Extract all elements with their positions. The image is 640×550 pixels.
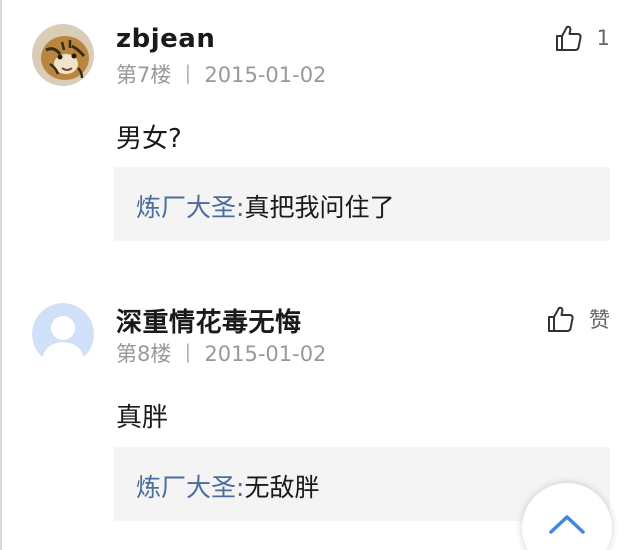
avatar[interactable] xyxy=(32,303,94,365)
reply-text: 真把我问住了 xyxy=(244,193,395,222)
reply-box[interactable]: 炼厂大圣:真把我问住了 xyxy=(114,167,610,241)
avatar[interactable] xyxy=(32,24,94,86)
thumbs-up-icon xyxy=(548,306,574,332)
reply-author[interactable]: 炼厂大圣: xyxy=(136,193,244,222)
username[interactable]: zbjean xyxy=(116,24,215,54)
like-button[interactable]: 赞 xyxy=(547,303,610,335)
comment-date: 2015-01-02 xyxy=(204,63,327,87)
reply-item: 炼厂大圣:无敌胖 xyxy=(136,468,319,504)
tiger-avatar-icon xyxy=(32,24,94,86)
comment-date: 2015-01-02 xyxy=(204,342,327,366)
comment-text: 男女? xyxy=(116,124,182,154)
comment-item: zbjean 第7楼丨 2015-01-02 1 男女? 炼厂大圣:真把我问住了 xyxy=(0,0,640,260)
comment-text: 真胖 xyxy=(116,403,169,433)
reply-text: 无敌胖 xyxy=(244,473,320,502)
comment-meta: 第7楼丨 2015-01-02 xyxy=(116,59,326,89)
like-button[interactable]: 1 xyxy=(555,22,610,54)
comment-meta: 第8楼丨 2015-01-02 xyxy=(116,338,326,368)
thumbs-up-icon xyxy=(555,25,582,51)
floor-number: 第8楼 xyxy=(116,342,172,366)
comment-list: zbjean 第7楼丨2015-01-02 1 男女? 炼厂大圣:真把我问住了 xyxy=(0,0,640,550)
like-count: 1 xyxy=(596,26,610,50)
reply-item: 炼厂大圣:真把我问住了 xyxy=(136,188,394,224)
default-user-avatar-icon xyxy=(32,303,94,365)
meta-separator: 丨 xyxy=(177,342,199,366)
reply-author[interactable]: 炼厂大圣: xyxy=(136,473,244,502)
like-label: 赞 xyxy=(589,308,610,332)
chevron-up-icon xyxy=(549,515,585,534)
username[interactable]: 深重情花毒无悔 xyxy=(116,302,302,339)
meta-separator: 丨 xyxy=(177,63,199,87)
floor-number: 第7楼 xyxy=(116,63,172,87)
